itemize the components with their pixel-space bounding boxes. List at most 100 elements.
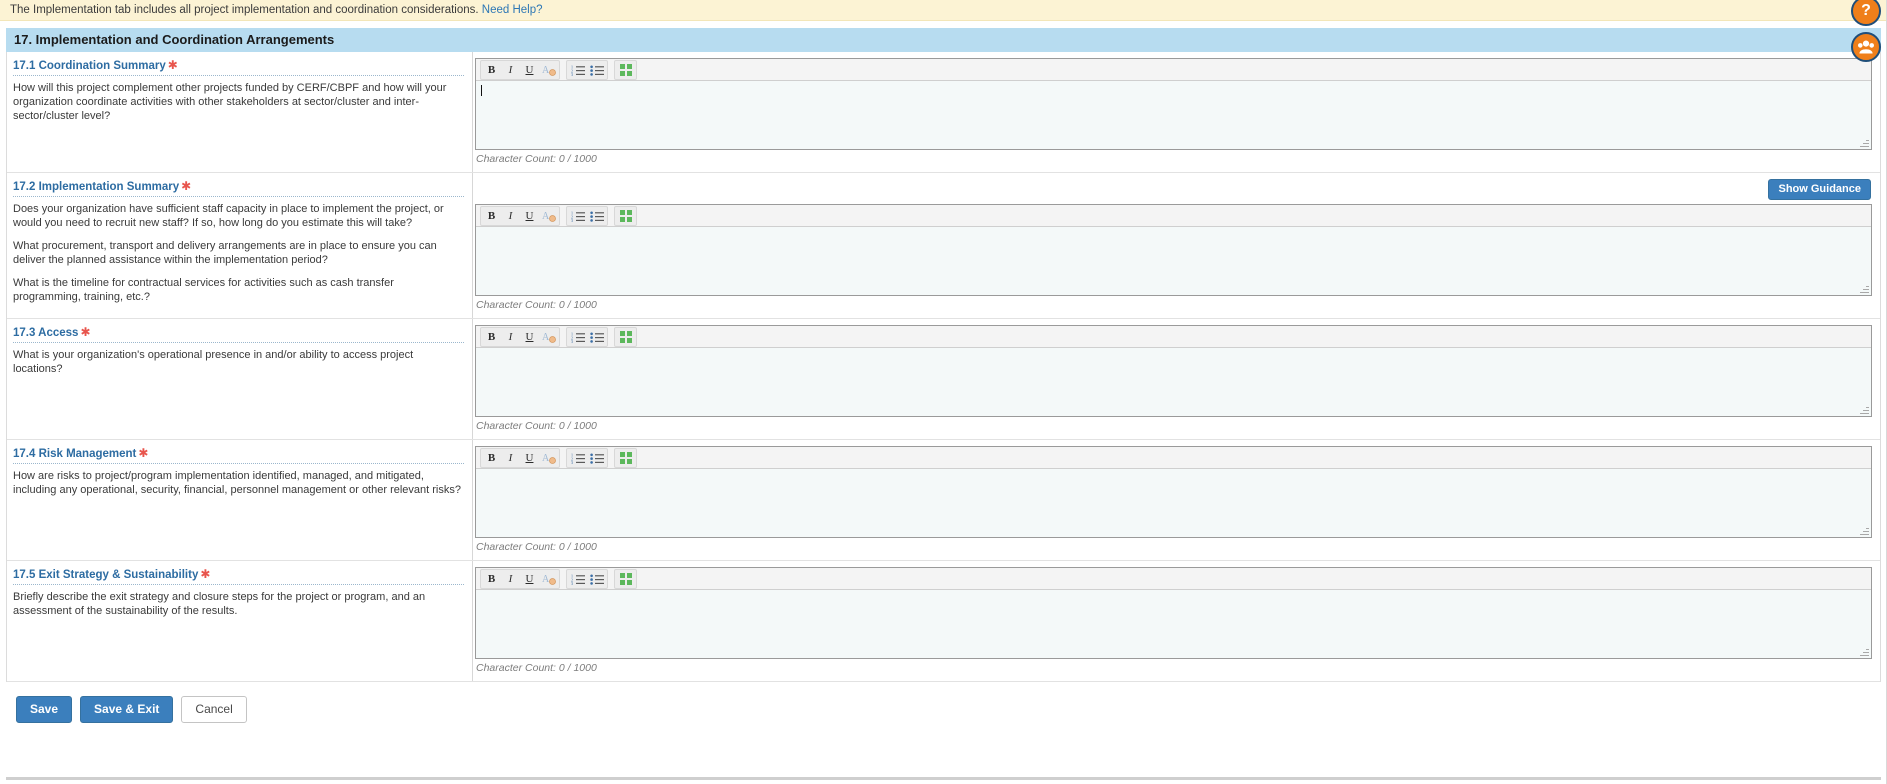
list-group: 123: [566, 447, 608, 468]
underline-icon[interactable]: U: [520, 208, 539, 224]
community-icon[interactable]: [1851, 32, 1881, 62]
required-indicator: ✱: [181, 179, 192, 193]
question-prompt-column: 17.1 Coordination Summary ✱ How will this …: [7, 52, 473, 172]
question-label: 17.3 Access ✱: [13, 325, 464, 342]
question-answer-column: B I U A 1 2 3 Character Count: 0 / 1000: [473, 319, 1880, 439]
underline-icon[interactable]: U: [520, 329, 539, 345]
svg-text:3: 3: [571, 218, 573, 222]
underline-icon[interactable]: U: [520, 571, 539, 587]
blocks-icon[interactable]: [616, 62, 635, 78]
italic-icon[interactable]: I: [501, 571, 520, 587]
answer-textarea[interactable]: [476, 348, 1871, 416]
show-guidance-button[interactable]: Show Guidance: [1768, 179, 1871, 200]
bold-icon[interactable]: B: [482, 208, 501, 224]
form-actions: Save Save & Exit Cancel: [6, 696, 1881, 733]
editor-resize-handle[interactable]: [1860, 647, 1870, 657]
bulleted-list-icon[interactable]: [587, 571, 606, 587]
character-count: Character Count: 0 / 1000: [476, 541, 597, 553]
editor-toolbar: BIUA 123: [476, 326, 1871, 348]
bulleted-list-icon[interactable]: [587, 208, 606, 224]
remove-format-icon[interactable]: A: [539, 62, 558, 78]
required-indicator: ✱: [200, 567, 211, 581]
remove-format-icon[interactable]: A: [539, 571, 558, 587]
info-banner: The Implementation tab includes all proj…: [0, 0, 1887, 21]
numbered-list-icon[interactable]: 123: [568, 208, 587, 224]
question-divider: [13, 463, 464, 464]
svg-text:3: 3: [571, 460, 573, 464]
question-label-text: 17.3 Access: [13, 327, 79, 339]
editor-resize-handle[interactable]: [1860, 526, 1870, 536]
bulleted-list-icon[interactable]: [587, 329, 606, 345]
rich-text-editor: BIUA 123: [475, 58, 1872, 150]
rich-text-editor: BIUA 123: [475, 446, 1872, 538]
floating-widgets: ?: [1851, 0, 1885, 62]
character-count: Character Count: 0 / 1000: [476, 299, 597, 311]
remove-format-icon[interactable]: A: [539, 329, 558, 345]
numbered-list-icon[interactable]: 123: [568, 450, 587, 466]
blocks-icon[interactable]: [616, 450, 635, 466]
blocks-icon[interactable]: [616, 329, 635, 345]
question-prompt: Does your organization have sufficient s…: [13, 203, 444, 229]
remove-format-icon[interactable]: A: [539, 208, 558, 224]
svg-text:A: A: [542, 332, 550, 343]
editor-toolbar: BIUA 123: [476, 205, 1871, 227]
question-label-text: 17.1 Coordination Summary: [13, 60, 166, 72]
save-and-exit-button[interactable]: Save & Exit: [80, 696, 174, 723]
underline-icon[interactable]: U: [520, 450, 539, 466]
question-row: 17.3 Access ✱ What is your organization's …: [7, 319, 1880, 440]
italic-icon[interactable]: I: [501, 208, 520, 224]
blocks-group: [614, 205, 637, 226]
text-caret: [481, 85, 482, 96]
answer-textarea[interactable]: [476, 227, 1871, 295]
editor-resize-handle[interactable]: [1860, 405, 1870, 415]
bold-icon[interactable]: B: [482, 571, 501, 587]
need-help-link[interactable]: Need Help?: [482, 4, 543, 16]
character-count: Character Count: 0 / 1000: [476, 662, 597, 674]
answer-textarea[interactable]: [476, 81, 1871, 149]
editor-resize-handle[interactable]: [1860, 138, 1870, 148]
editor-resize-handle[interactable]: [1860, 284, 1870, 294]
svg-text:3: 3: [571, 581, 573, 585]
numbered-list-icon[interactable]: 123: [568, 329, 587, 345]
required-indicator: ✱: [138, 446, 149, 460]
question-prompt: What is your organization's operational …: [13, 349, 414, 375]
info-banner-text: The Implementation tab includes all proj…: [10, 4, 479, 16]
text-format-group: BIUA: [480, 568, 560, 589]
svg-text:A: A: [542, 574, 550, 585]
text-format-group: BIUA: [480, 447, 560, 468]
question-label: 17.1 Coordination Summary ✱: [13, 58, 464, 75]
question-prompt: How will this project complement other p…: [13, 82, 447, 122]
editor-toolbar: BIUA 123: [476, 568, 1871, 590]
bulleted-list-icon[interactable]: [587, 62, 606, 78]
remove-format-icon[interactable]: A: [539, 450, 558, 466]
italic-icon[interactable]: I: [501, 329, 520, 345]
question-prompt: Briefly describe the exit strategy and c…: [13, 591, 426, 617]
question-row: 17.1 Coordination Summary ✱ How will this …: [7, 52, 1880, 173]
cancel-button[interactable]: Cancel: [181, 696, 247, 723]
blocks-icon[interactable]: [616, 571, 635, 587]
list-group: 123: [566, 326, 608, 347]
rich-text-editor: BIUA 123: [475, 204, 1872, 296]
question-label-text: 17.5 Exit Strategy & Sustainability: [13, 569, 199, 581]
bold-icon[interactable]: B: [482, 62, 501, 78]
question-label: 17.4 Risk Management ✱: [13, 446, 464, 463]
list-group: 123: [566, 568, 608, 589]
underline-icon[interactable]: U: [520, 62, 539, 78]
answer-textarea[interactable]: [476, 469, 1871, 537]
italic-icon[interactable]: I: [501, 450, 520, 466]
text-format-group: BIUA: [480, 205, 560, 226]
question-divider: [13, 196, 464, 197]
numbered-list-icon[interactable]: 123: [568, 62, 587, 78]
answer-textarea[interactable]: [476, 590, 1871, 658]
bold-icon[interactable]: B: [482, 329, 501, 345]
bold-icon[interactable]: B: [482, 450, 501, 466]
question-prompt-column: 17.3 Access ✱ What is your organization's …: [7, 319, 473, 439]
numbered-list-icon[interactable]: 123: [568, 571, 587, 587]
help-icon[interactable]: ?: [1851, 0, 1881, 26]
blocks-icon[interactable]: [616, 208, 635, 224]
italic-icon[interactable]: I: [501, 62, 520, 78]
bulleted-list-icon[interactable]: [587, 450, 606, 466]
question-divider: [13, 75, 464, 76]
svg-text:3: 3: [571, 339, 573, 343]
save-button[interactable]: Save: [16, 696, 73, 723]
